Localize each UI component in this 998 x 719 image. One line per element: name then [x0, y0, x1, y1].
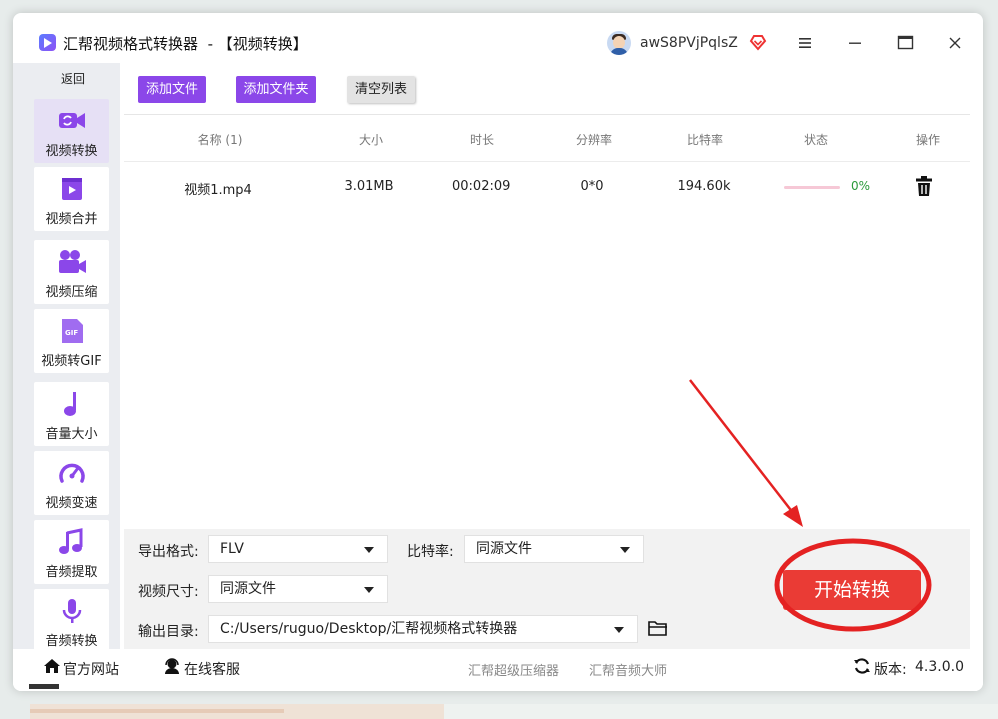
format-label: 导出格式:: [138, 544, 199, 560]
size-select[interactable]: 同源文件: [208, 575, 388, 603]
official-website-link[interactable]: 官方网站: [63, 659, 119, 679]
chevron-down-icon: [620, 547, 630, 553]
audio-master-link[interactable]: 汇帮音频大师: [589, 660, 667, 679]
sidebar-item-label: 视频合并: [45, 212, 98, 227]
username[interactable]: awS8PVjPqlsZ: [640, 35, 738, 51]
format-select[interactable]: FLV: [208, 535, 388, 563]
add-file-button[interactable]: 添加文件: [138, 76, 206, 103]
cell-file-size: 3.01MB: [344, 179, 394, 194]
sidebar: 返回 视频转换 视频合并 视频压缩 GIF 视频转GIF 音量大小 视频变速 音…: [13, 63, 120, 653]
trash-icon[interactable]: [915, 175, 933, 197]
version-label: 版本:: [874, 662, 907, 678]
sidebar-item-volume[interactable]: 音量大小: [34, 382, 109, 446]
vip-diamond-icon[interactable]: [749, 33, 767, 51]
gif-icon: GIF: [62, 319, 83, 343]
column-header-name[interactable]: 名称 (1): [180, 131, 260, 148]
sidebar-item-video-gif[interactable]: GIF 视频转GIF: [34, 309, 109, 373]
output-dir-value: C:/Users/ruguo/Desktop/汇帮视频格式转换器: [220, 621, 518, 637]
column-header-bitrate[interactable]: 比特率: [675, 131, 735, 148]
music-extract-icon: [59, 528, 83, 554]
video-compress-icon: [59, 250, 86, 273]
chevron-down-icon: [364, 587, 374, 593]
refresh-icon[interactable]: [853, 657, 871, 675]
sidebar-item-audio-extract[interactable]: 音频提取: [34, 520, 109, 584]
speedometer-icon: [59, 463, 85, 483]
file-table: 名称 (1) 大小 时长 分辨率 比特率 状态 操作 视频1.mp4 3.01M…: [124, 114, 970, 542]
sidebar-item-label: 视频变速: [45, 496, 98, 511]
chevron-down-icon: [364, 547, 374, 553]
customer-service-icon: [165, 658, 179, 674]
home-icon: [44, 659, 60, 673]
footer-indicator: [29, 684, 59, 689]
menu-icon[interactable]: [790, 28, 820, 58]
output-dir-select[interactable]: C:/Users/ruguo/Desktop/汇帮视频格式转换器: [208, 615, 638, 643]
progress-bar: [784, 186, 840, 189]
close-icon[interactable]: [940, 28, 970, 58]
music-note-icon: [64, 392, 76, 416]
start-convert-button[interactable]: 开始转换: [783, 570, 921, 610]
column-header-action[interactable]: 操作: [903, 131, 953, 148]
window-title: 汇帮视频格式转换器 - 【视频转换】: [63, 33, 308, 54]
add-folder-button[interactable]: 添加文件夹: [236, 76, 316, 103]
column-header-status[interactable]: 状态: [791, 131, 841, 148]
column-header-duration[interactable]: 时长: [457, 131, 507, 148]
maximize-icon[interactable]: [890, 28, 920, 58]
sidebar-item-label: 音量大小: [45, 427, 98, 442]
footer: 官方网站 在线客服 汇帮超级压缩器 汇帮音频大师 版本: 4.3.0.0: [13, 649, 983, 691]
sidebar-item-audio-convert[interactable]: 音频转换: [34, 589, 109, 653]
sidebar-item-label: 音频提取: [45, 565, 98, 580]
cell-file-name: 视频1.mp4: [184, 183, 252, 198]
sidebar-item-video-compress[interactable]: 视频压缩: [34, 240, 109, 304]
video-convert-icon: [59, 113, 85, 128]
mode-title-text: - 【视频转换】: [207, 35, 308, 53]
sidebar-item-video-speed[interactable]: 视频变速: [34, 451, 109, 515]
size-select-value: 同源文件: [220, 581, 276, 597]
user-avatar[interactable]: [607, 31, 631, 55]
sidebar-item-video-convert[interactable]: 视频转换: [34, 99, 109, 163]
online-support-link[interactable]: 在线客服: [184, 659, 240, 679]
table-header: 名称 (1) 大小 时长 分辨率 比特率 状态 操作: [124, 115, 970, 162]
cell-duration: 00:02:09: [452, 179, 511, 194]
sidebar-item-label: 视频转换: [45, 144, 98, 159]
sidebar-item-label: 视频压缩: [45, 285, 98, 300]
format-select-value: FLV: [220, 541, 244, 557]
app-logo-icon: [39, 34, 56, 51]
sidebar-item-label: 视频转GIF: [41, 354, 102, 369]
video-merge-icon: [62, 178, 82, 200]
cell-resolution: 0*0: [580, 179, 604, 194]
sidebar-item-label: 音频转换: [45, 634, 98, 649]
clear-list-button[interactable]: 清空列表: [347, 76, 415, 103]
title-bar: 汇帮视频格式转换器 - 【视频转换】 awS8PVjPqlsZ: [13, 13, 983, 63]
version-value: 4.3.0.0: [915, 659, 964, 675]
back-link[interactable]: 返回: [33, 70, 113, 87]
cell-bitrate: 194.60k: [677, 179, 731, 194]
microphone-icon: [62, 599, 82, 623]
folder-icon[interactable]: [648, 619, 668, 637]
chevron-down-icon: [614, 627, 624, 633]
column-header-size[interactable]: 大小: [346, 131, 396, 148]
bitrate-select[interactable]: 同源文件: [464, 535, 644, 563]
desktop-taskbar-hint: [30, 709, 284, 713]
app-title-text: 汇帮视频格式转换器: [63, 35, 199, 53]
sidebar-item-video-merge[interactable]: 视频合并: [34, 167, 109, 231]
minimize-icon[interactable]: [840, 28, 870, 58]
progress-percent: 0%: [851, 179, 871, 193]
app-window: 汇帮视频格式转换器 - 【视频转换】 awS8PVjPqlsZ 返回 视频转换 …: [13, 13, 983, 691]
compressor-link[interactable]: 汇帮超级压缩器: [468, 660, 559, 679]
column-header-resolution[interactable]: 分辨率: [564, 131, 624, 148]
desktop-background-right: [444, 704, 998, 719]
bitrate-label: 比特率:: [407, 544, 454, 560]
size-label: 视频尺寸:: [138, 584, 199, 600]
output-dir-label: 输出目录:: [138, 624, 199, 640]
svg-text:GIF: GIF: [65, 329, 78, 337]
bitrate-select-value: 同源文件: [476, 541, 532, 557]
